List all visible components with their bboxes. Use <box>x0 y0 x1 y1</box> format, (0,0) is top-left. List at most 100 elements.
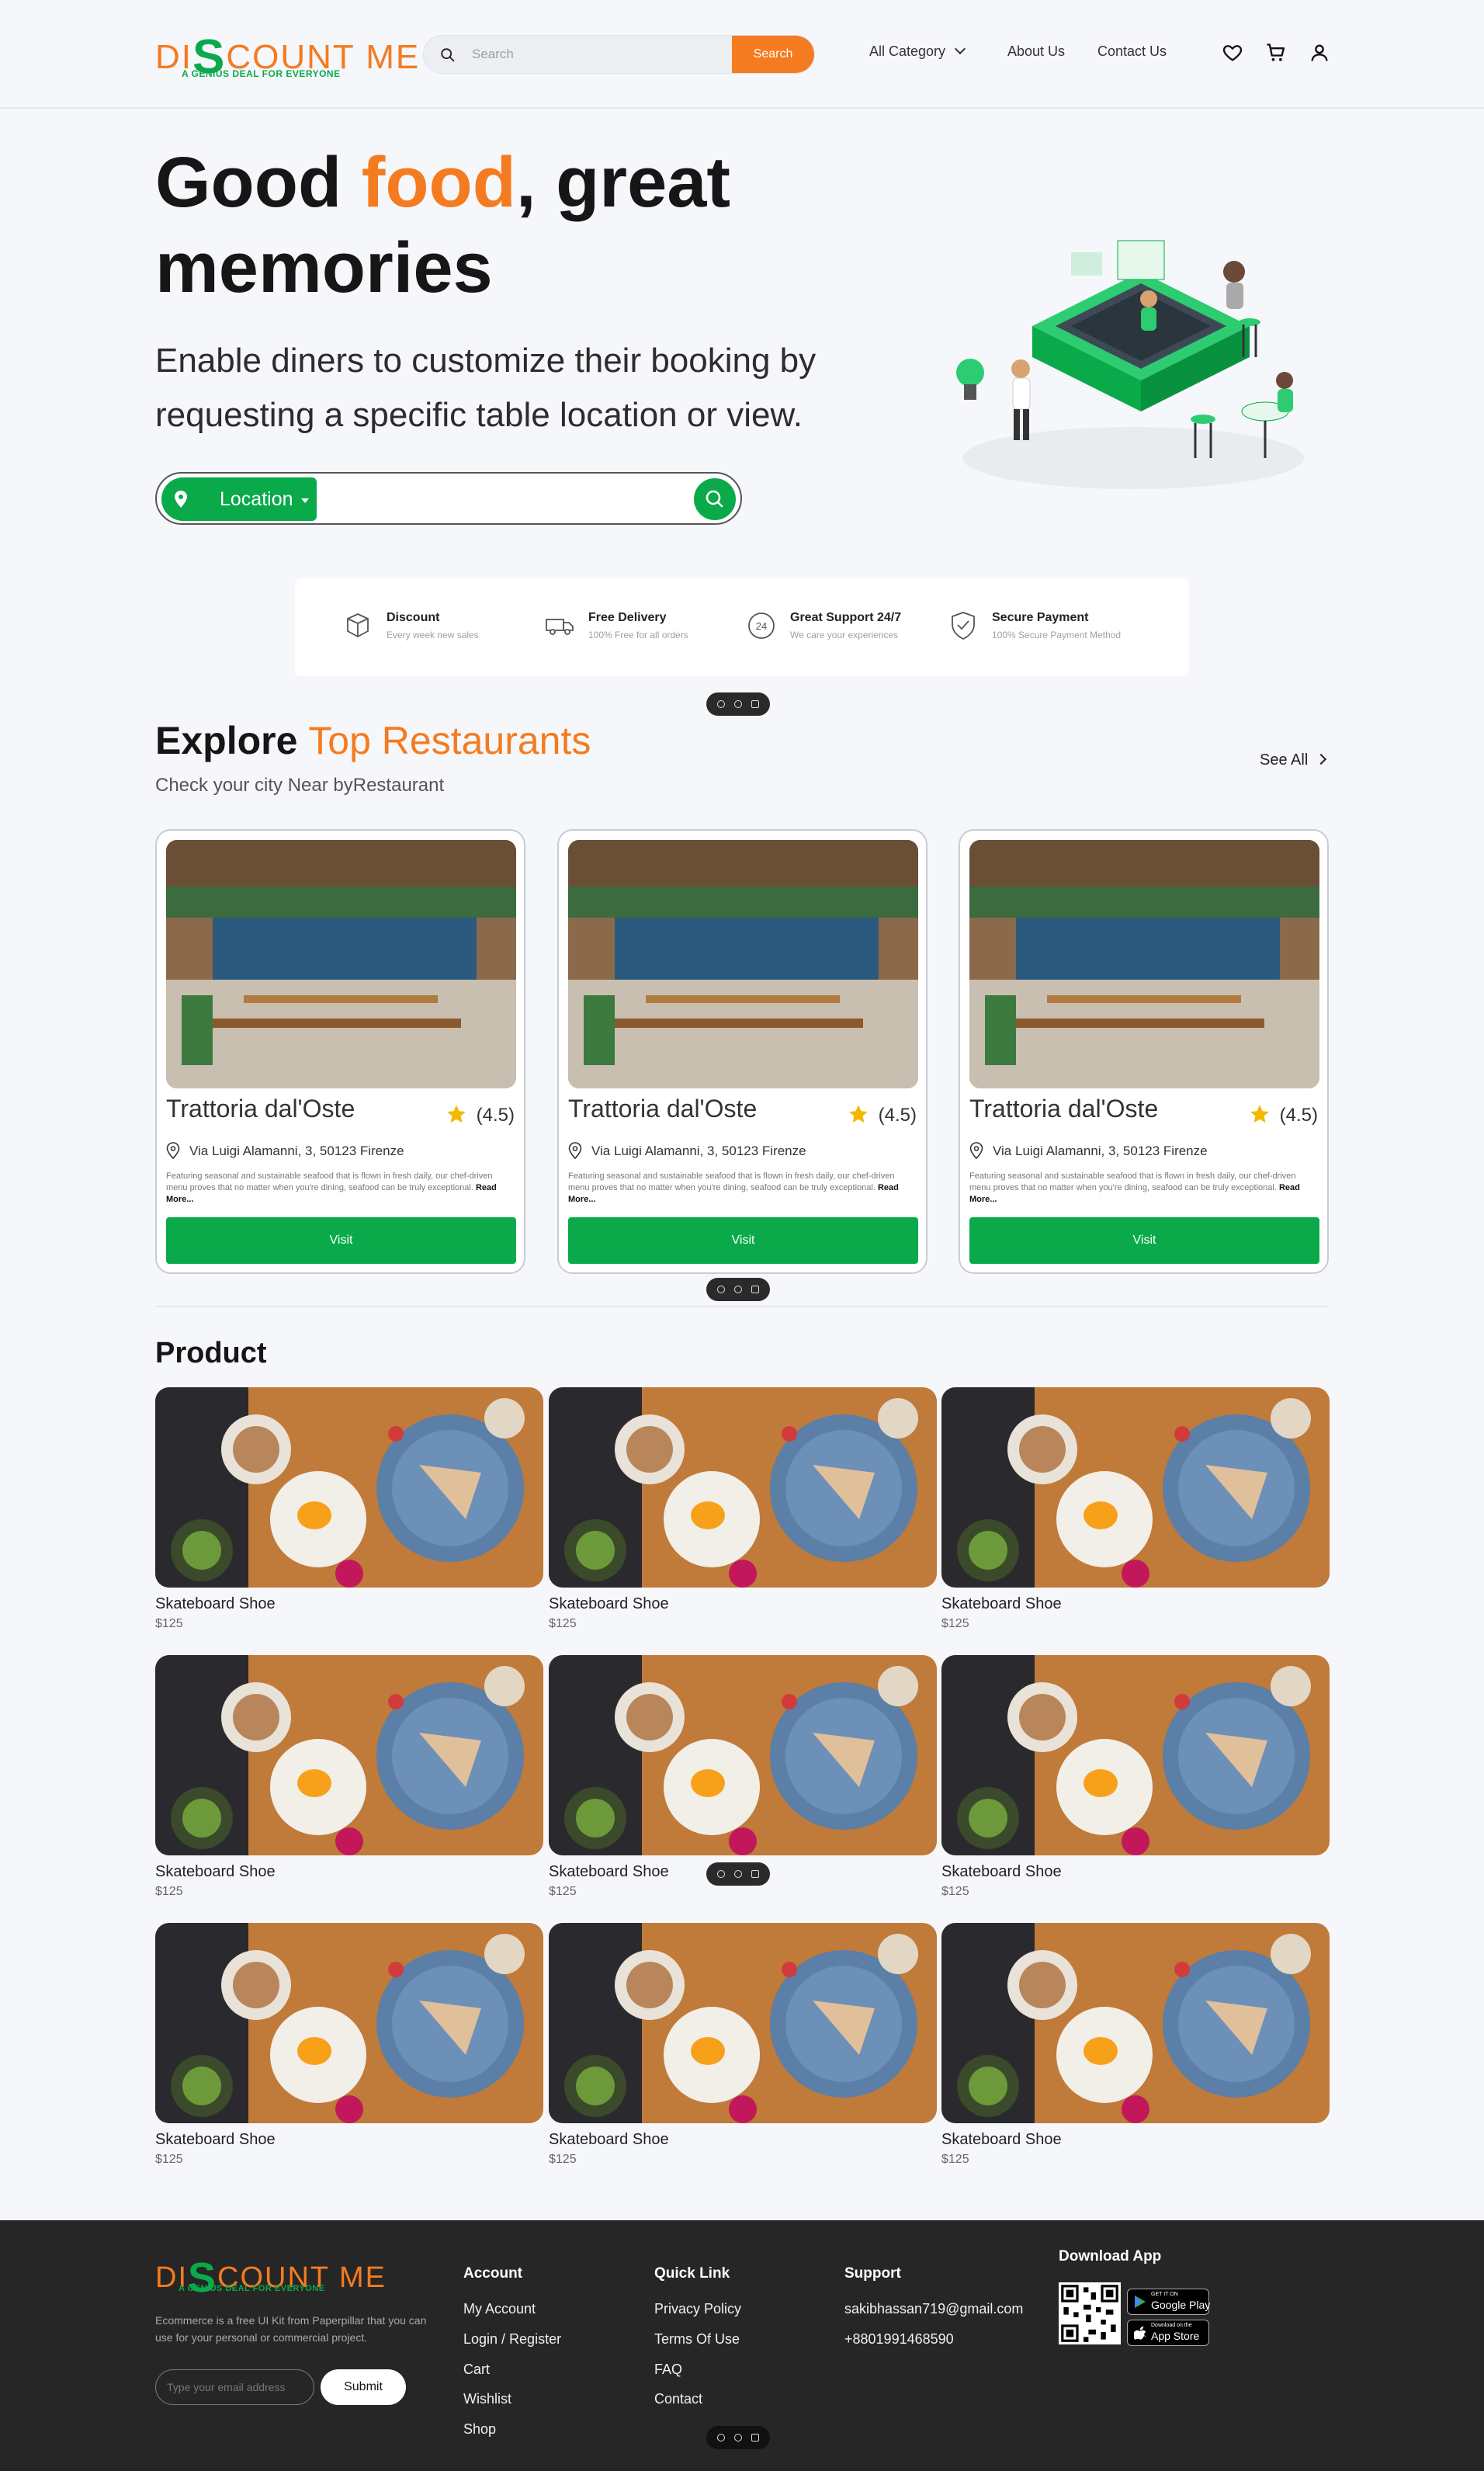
nav-contact-us[interactable]: Contact Us <box>1097 43 1167 60</box>
explore-title: Explore Top Restaurants <box>155 718 591 763</box>
footer-link-contact[interactable]: Contact <box>654 2391 702 2407</box>
product-card[interactable]: Skateboard Shoe $125 <box>941 1655 1330 1919</box>
visit-button[interactable]: Visit <box>969 1217 1319 1264</box>
truck-icon <box>546 619 574 635</box>
product-name: Skateboard Shoe <box>941 2131 1062 2148</box>
floating-toolbar[interactable] <box>706 1862 770 1886</box>
footer-quick-link-title: Quick Link <box>654 2265 730 2282</box>
restaurant-card[interactable]: Trattoria dal'Oste (4.5) Via Luigi Alama… <box>959 829 1329 1274</box>
footer-link-terms[interactable]: Terms Of Use <box>654 2331 740 2348</box>
product-card[interactable]: Skateboard Shoe $125 <box>155 1387 543 1651</box>
floating-toolbar[interactable] <box>706 692 770 716</box>
map-pin-icon <box>969 1142 983 1159</box>
user-icon[interactable] <box>1309 42 1330 64</box>
footer-description: Ecommerce is a free UI Kit from Paperpil… <box>155 2314 427 2344</box>
product-card[interactable]: Skateboard Shoe $125 <box>941 1923 1330 2187</box>
newsletter-submit-button[interactable]: Submit <box>321 2369 406 2405</box>
product-card[interactable]: Skateboard Shoe $125 <box>941 1387 1330 1651</box>
explore-title-text: Explore <box>155 719 309 762</box>
rating-value: (4.5) <box>1279 1105 1318 1126</box>
footer-logo[interactable]: DISCOUNT ME A GENIUS DEAL FOR EVERYONE <box>155 2250 385 2301</box>
product-image <box>941 1387 1330 1588</box>
product-card[interactable]: Skateboard Shoe $125 <box>549 1387 937 1651</box>
address-text: Via Luigi Alamanni, 3, 50123 Firenze <box>993 1144 1208 1158</box>
product-section-title: Product <box>155 1337 267 1369</box>
nav-all-category[interactable]: All Category <box>869 43 966 60</box>
location-search: Location <box>155 472 742 525</box>
visit-button[interactable]: Visit <box>568 1217 918 1264</box>
map-pin-icon <box>166 1142 180 1159</box>
visit-button[interactable]: Visit <box>166 1217 516 1264</box>
floating-toolbar[interactable] <box>706 2426 770 2449</box>
footer-link-shop[interactable]: Shop <box>463 2421 496 2438</box>
heart-icon[interactable] <box>1222 42 1243 64</box>
description-text: Featuring seasonal and sustainable seafo… <box>166 1171 493 1192</box>
caret-down-icon <box>301 498 309 503</box>
footer-link-wishlist[interactable]: Wishlist <box>463 2391 511 2407</box>
logo[interactable]: DISCOUNT ME A GENIUS DEAL FOR EVERYONE <box>155 29 418 84</box>
restaurant-address: Via Luigi Alamanni, 3, 50123 Firenze <box>568 1138 806 1159</box>
footer-link-faq[interactable]: FAQ <box>654 2362 682 2378</box>
see-all-link[interactable]: See All <box>1260 751 1327 769</box>
search-button[interactable]: Search <box>732 36 814 73</box>
apple-icon <box>1134 2326 1146 2340</box>
search-input[interactable] <box>472 36 705 73</box>
nav-about-us[interactable]: About Us <box>1007 43 1065 60</box>
product-image <box>941 1655 1330 1855</box>
product-card[interactable]: Skateboard Shoe $125 <box>549 1923 937 2187</box>
feature-desc: 100% Free for all orders <box>588 630 688 640</box>
newsletter-email-field[interactable] <box>155 2369 314 2405</box>
app-store-badge[interactable]: Download on the App Store <box>1127 2320 1209 2346</box>
product-price: $125 <box>941 1885 969 1898</box>
product-price: $125 <box>549 1885 577 1898</box>
product-image <box>941 1923 1330 2123</box>
footer-link-my-account[interactable]: My Account <box>463 2301 536 2317</box>
restaurant-name: Trattoria dal'Oste <box>969 1095 1159 1123</box>
product-name: Skateboard Shoe <box>155 2131 276 2148</box>
footer-link-cart[interactable]: Cart <box>463 2362 490 2378</box>
footer-account-title: Account <box>463 2265 522 2282</box>
footer-support-phone[interactable]: +8801991468590 <box>844 2331 954 2348</box>
footer-link-login-register[interactable]: Login / Register <box>463 2331 561 2348</box>
shield-check-icon <box>952 612 975 640</box>
product-image <box>155 1387 543 1588</box>
floating-toolbar[interactable] <box>706 1278 770 1301</box>
product-price: $125 <box>155 1617 183 1630</box>
restaurant-photo <box>568 840 918 1088</box>
product-price: $125 <box>155 2153 183 2166</box>
restaurant-photo <box>166 840 516 1088</box>
product-card[interactable]: Skateboard Shoe $125 <box>155 1655 543 1919</box>
google-play-icon <box>1135 2296 1146 2308</box>
map-pin-icon <box>568 1142 582 1159</box>
google-play-badge[interactable]: GET IT ON Google Play <box>1127 2289 1210 2315</box>
description-text: Featuring seasonal and sustainable seafo… <box>568 1171 895 1192</box>
restaurant-description: Featuring seasonal and sustainable seafo… <box>969 1171 1319 1206</box>
star-icon <box>848 1105 868 1123</box>
location-dropdown[interactable]: Location <box>161 477 317 521</box>
footer-support-email[interactable]: sakibhassan719@gmail.com <box>844 2301 1023 2317</box>
product-name: Skateboard Shoe <box>549 1863 669 1880</box>
site-header: DISCOUNT ME A GENIUS DEAL FOR EVERYONE S… <box>0 0 1484 109</box>
restaurant-name: Trattoria dal'Oste <box>568 1095 758 1123</box>
product-image <box>549 1655 937 1855</box>
footer-link-privacy-policy[interactable]: Privacy Policy <box>654 2301 741 2317</box>
product-price: $125 <box>941 2153 969 2166</box>
cart-icon[interactable] <box>1265 42 1287 64</box>
product-card[interactable]: Skateboard Shoe $125 <box>155 1923 543 2187</box>
restaurant-card[interactable]: Trattoria dal'Oste (4.5) Via Luigi Alama… <box>155 829 525 1274</box>
location-label: Location <box>220 488 293 510</box>
restaurant-card[interactable]: Trattoria dal'Oste (4.5) Via Luigi Alama… <box>557 829 928 1274</box>
restaurant-illustration <box>956 240 1304 489</box>
logo-tagline: A GENIUS DEAL FOR EVERYONE <box>182 68 341 79</box>
logo-tagline: A GENIUS DEAL FOR EVERYONE <box>179 2284 325 2293</box>
box-icon <box>347 613 369 638</box>
search-icon <box>441 48 455 62</box>
download-app-title: Download App <box>1059 2248 1162 2265</box>
qr-code <box>1059 2282 1121 2344</box>
see-all-label: See All <box>1260 751 1309 769</box>
feature-title: Discount <box>387 611 440 624</box>
site-footer: DISCOUNT ME A GENIUS DEAL FOR EVERYONE E… <box>0 2220 1484 2471</box>
restaurant-rating: (4.5) <box>848 1099 917 1126</box>
support-24-icon: 24 <box>748 613 775 639</box>
location-search-button[interactable] <box>694 478 736 520</box>
